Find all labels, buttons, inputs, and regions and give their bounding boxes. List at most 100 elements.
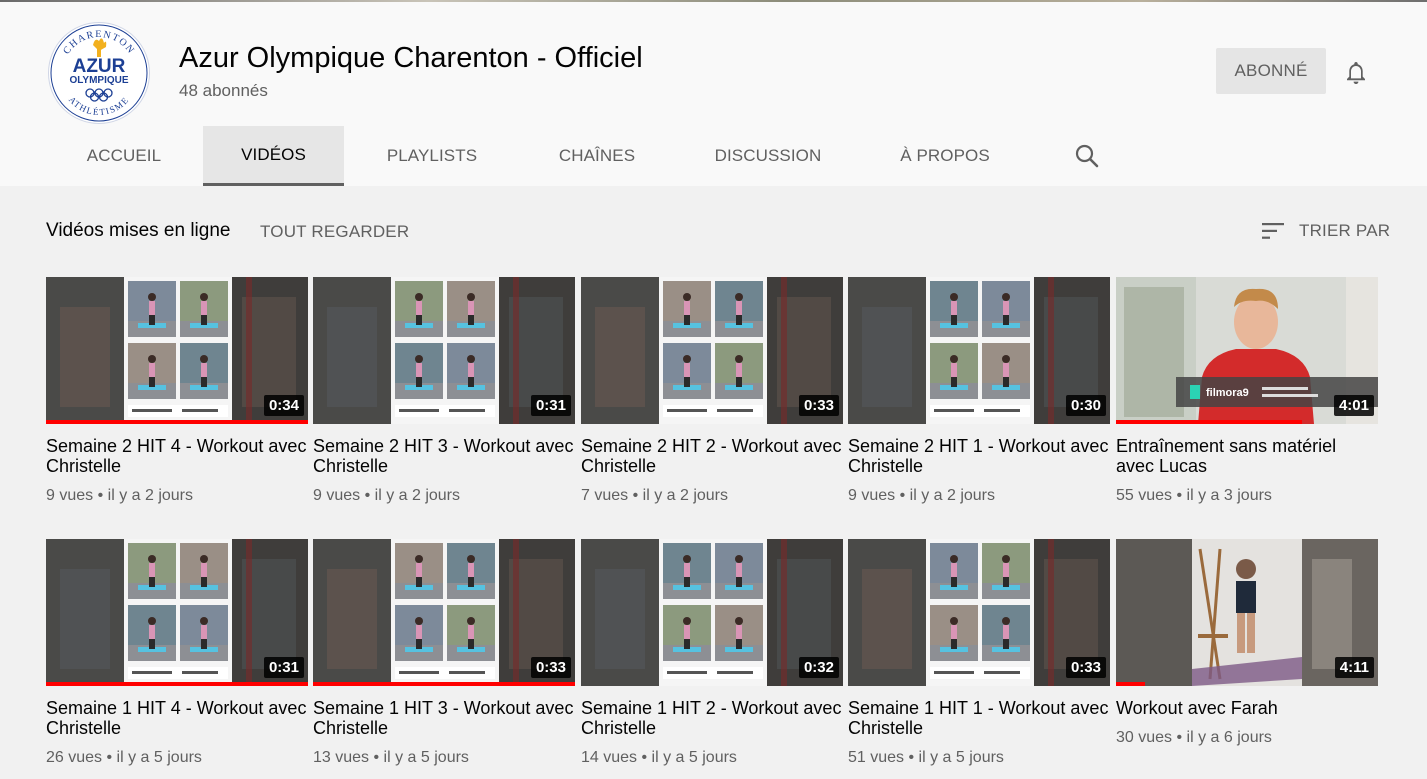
channel-logo[interactable]: CHARENTON ATHLÉTISME AZUR OLYMPIQUE	[48, 22, 150, 124]
upload-age: il y a 2 jours	[909, 487, 996, 504]
separator-dot: •	[1172, 487, 1187, 504]
video-metadata: 9 vues • il y a 2 jours	[848, 487, 1110, 505]
separator-dot: •	[93, 487, 108, 504]
watch-progress-bar	[1116, 420, 1303, 424]
video-thumbnail[interactable]: 0:31	[313, 277, 575, 424]
view-count: 14 vues	[581, 749, 638, 766]
video-title[interactable]: Semaine 1 HIT 1 - Workout avec Christell…	[848, 698, 1110, 738]
sort-label: TRIER PAR	[1299, 221, 1391, 240]
video-thumbnail[interactable]: 0:33	[848, 539, 1110, 686]
view-count: 9 vues	[313, 487, 361, 504]
video-title[interactable]: Semaine 2 HIT 4 - Workout avec Christell…	[46, 436, 308, 476]
video-duration: 4:01	[1333, 395, 1374, 416]
upload-age: il y a 2 jours	[642, 487, 729, 504]
bell-icon[interactable]	[1340, 57, 1372, 89]
video-thumbnail[interactable]: filmora9 4:01	[1116, 277, 1378, 424]
video-duration: 4:11	[1334, 657, 1374, 678]
view-count: 7 vues	[581, 487, 629, 504]
section-title: Vidéos mises en ligne	[46, 220, 231, 241]
tab-accueil[interactable]: ACCUEIL	[46, 126, 202, 186]
upload-age: il y a 6 jours	[1186, 729, 1272, 746]
video-title[interactable]: Semaine 1 HIT 2 - Workout avec Christell…	[581, 698, 843, 738]
separator-dot: •	[369, 749, 384, 766]
video-metadata: 7 vues • il y a 2 jours	[581, 487, 843, 505]
sort-lines-icon	[1262, 223, 1284, 239]
video-title[interactable]: Semaine 2 HIT 3 - Workout avec Christell…	[313, 436, 575, 476]
view-count: 26 vues	[46, 749, 103, 766]
upload-age: il y a 3 jours	[1186, 487, 1272, 504]
video-thumbnail[interactable]: 0:33	[313, 539, 575, 686]
separator-dot: •	[904, 749, 919, 766]
video-duration: 0:33	[798, 395, 839, 416]
tab-playlists[interactable]: PLAYLISTS	[360, 126, 504, 186]
tab-videos[interactable]: VIDÉOS	[203, 126, 344, 186]
video-card[interactable]: 0:33 Semaine 2 HIT 2 - Workout avec Chris…	[581, 277, 843, 505]
tab-label: VIDÉOS	[241, 144, 306, 164]
tab-label: DISCUSSION	[714, 146, 822, 165]
video-thumbnail[interactable]: 0:32	[581, 539, 843, 686]
tab-chaines[interactable]: CHAÎNES	[530, 126, 664, 186]
tab-a-propos[interactable]: À PROPOS	[884, 126, 1006, 186]
logo-sub-text: OLYMPIQUE	[69, 75, 128, 86]
separator-dot: •	[895, 487, 910, 504]
video-duration: 0:31	[530, 395, 571, 416]
video-metadata: 26 vues • il y a 5 jours	[46, 749, 308, 767]
video-card[interactable]: 0:34 Semaine 2 HIT 4 - Workout avec Chris…	[46, 277, 308, 505]
video-title[interactable]: Workout avec Farah	[1116, 698, 1378, 718]
video-title[interactable]: Semaine 2 HIT 1 - Workout avec Christell…	[848, 436, 1110, 476]
watch-progress-bar	[46, 420, 308, 424]
search-icon[interactable]	[1073, 142, 1101, 170]
upload-age: il y a 5 jours	[918, 749, 1004, 766]
video-metadata: 30 vues • il y a 6 jours	[1116, 729, 1378, 747]
video-duration: 0:33	[530, 657, 571, 678]
video-metadata: 55 vues • il y a 3 jours	[1116, 487, 1378, 505]
tab-discussion[interactable]: DISCUSSION	[698, 126, 838, 186]
watch-progress-bar	[46, 682, 308, 686]
video-title[interactable]: Semaine 1 HIT 4 - Workout avec Christell…	[46, 698, 308, 738]
separator-dot: •	[637, 749, 652, 766]
separator-dot: •	[1172, 729, 1187, 746]
video-title[interactable]: Semaine 1 HIT 3 - Workout avec Christell…	[313, 698, 575, 738]
view-count: 9 vues	[848, 487, 896, 504]
separator-dot: •	[360, 487, 375, 504]
video-card[interactable]: 0:30 Semaine 2 HIT 1 - Workout avec Chris…	[848, 277, 1110, 505]
watch-progress-bar	[313, 682, 575, 686]
subscribed-button[interactable]: ABONNÉ	[1216, 48, 1326, 94]
watch-all-link[interactable]: TOUT REGARDER	[260, 222, 409, 242]
video-thumbnail[interactable]: 0:34	[46, 277, 308, 424]
upload-age: il y a 5 jours	[651, 749, 737, 766]
video-metadata: 9 vues • il y a 2 jours	[46, 487, 308, 505]
channel-header: CHARENTON ATHLÉTISME AZUR OLYMPIQUE Azur…	[0, 2, 1427, 186]
view-count: 30 vues	[1116, 729, 1173, 746]
view-count: 13 vues	[313, 749, 370, 766]
upload-age: il y a 5 jours	[383, 749, 469, 766]
video-card[interactable]: 0:31 Semaine 1 HIT 4 - Workout avec Chris…	[46, 539, 308, 767]
video-metadata: 9 vues • il y a 2 jours	[313, 487, 575, 505]
video-card[interactable]: 0:33 Semaine 1 HIT 1 - Workout avec Chris…	[848, 539, 1110, 767]
video-thumbnail[interactable]: 0:30	[848, 277, 1110, 424]
separator-dot: •	[628, 487, 643, 504]
video-duration: 0:33	[1065, 657, 1106, 678]
video-metadata: 51 vues • il y a 5 jours	[848, 749, 1110, 767]
view-count: 9 vues	[46, 487, 94, 504]
video-card[interactable]: 4:11 Workout avec Farah 30 vues • il y a 6…	[1116, 539, 1378, 747]
logo-main-text: AZUR	[73, 56, 126, 77]
video-thumbnail[interactable]: 0:33	[581, 277, 843, 424]
subscriber-count: 48 abonnés	[179, 81, 268, 100]
upload-age: il y a 2 jours	[374, 487, 461, 504]
channel-name: Azur Olympique Charenton - Officiel	[179, 42, 643, 74]
video-card[interactable]: 0:33 Semaine 1 HIT 3 - Workout avec Chris…	[313, 539, 575, 767]
video-card[interactable]: 0:32 Semaine 1 HIT 2 - Workout avec Chris…	[581, 539, 843, 767]
video-card[interactable]: 0:31 Semaine 2 HIT 3 - Workout avec Chris…	[313, 277, 575, 505]
video-card[interactable]: filmora9 4:01 Entraînement sans matériel a…	[1116, 277, 1378, 505]
video-title[interactable]: Semaine 2 HIT 2 - Workout avec Christell…	[581, 436, 843, 476]
video-duration: 0:31	[263, 657, 304, 678]
tab-label: PLAYLISTS	[386, 146, 478, 165]
video-thumbnail[interactable]: 4:11	[1116, 539, 1378, 686]
video-title[interactable]: Entraînement sans matériel avec Lucas	[1116, 436, 1378, 476]
sort-button[interactable]: TRIER PAR	[1261, 218, 1390, 244]
tab-label: ACCUEIL	[86, 146, 162, 165]
tab-label: CHAÎNES	[558, 146, 636, 165]
svg-text:filmora9: filmora9	[1206, 387, 1249, 399]
video-thumbnail[interactable]: 0:31	[46, 539, 308, 686]
